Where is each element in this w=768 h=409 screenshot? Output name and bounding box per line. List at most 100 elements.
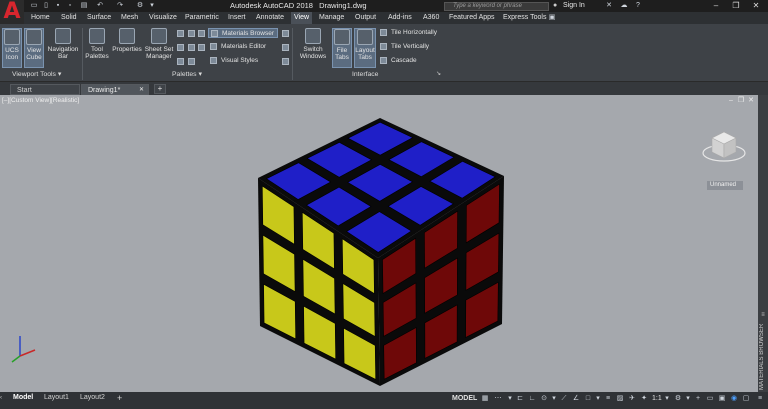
palette-small-icon[interactable] [188,30,195,37]
palette-small-icon[interactable] [198,30,205,37]
tab-manage[interactable]: Manage [316,12,347,24]
materials-editor-button[interactable]: Materials Editor [208,42,278,52]
workspace-dropdown-icon[interactable]: ▾ [684,395,692,403]
ribbon-options-icon[interactable]: ▣ [548,14,556,22]
palette-small-icon[interactable] [177,30,184,37]
tab-output[interactable]: Output [352,12,379,24]
properties-button[interactable]: Properties [111,28,143,68]
viewport-close-icon[interactable]: ✕ [747,97,755,105]
tool-palettes-button[interactable]: Tool Palettes [84,28,110,68]
viewport-tools-panel-label[interactable]: Viewport Tools ▾ [12,70,61,80]
save-icon[interactable]: ▪ [54,2,62,10]
view-cube-ucs-menu[interactable]: Unnamed [707,181,743,190]
viewport-restore-icon[interactable]: ❐ [737,97,745,105]
viewport-controls-label[interactable]: [–][Custom View][Realistic] [2,97,79,104]
customization-icon[interactable]: ≡ [756,395,764,403]
sign-in-button[interactable]: Sign In [563,2,585,10]
tab-annotate[interactable]: Annotate [253,12,287,24]
materials-browser-button[interactable]: Materials Browser [208,28,278,38]
palette-small-icon[interactable] [188,58,195,65]
panel-expand-icon[interactable]: ↘ [436,71,443,78]
cascade-button[interactable]: Cascade [379,56,443,66]
exchange-icon[interactable]: ✕ [605,2,613,10]
annotation-visibility-icon[interactable]: ✈ [628,395,636,403]
lineweight-icon[interactable]: ≡ [604,395,612,403]
layout-scroll-icon[interactable]: ‹ [0,393,6,403]
help-icon[interactable]: ? [634,2,642,10]
rubiks-cube-model[interactable] [258,118,508,388]
tab-visualize[interactable]: Visualize [146,12,180,24]
transparency-icon[interactable]: ▨ [616,395,624,403]
palette-small-icon[interactable] [188,44,195,51]
save-as-icon[interactable]: ▫ [66,2,74,10]
units-icon[interactable]: ▭ [706,395,714,403]
snap-icon[interactable]: ⋯ [494,395,502,403]
tab-drawing1[interactable]: Drawing1* ✕ [81,84,149,95]
materials-browser-palette-tab[interactable]: MATERIALS BROWSER [759,320,767,390]
tab-insert[interactable]: Insert [225,12,249,24]
palette-small-icon[interactable] [282,30,289,37]
view-cube-button[interactable]: View Cube [24,28,44,68]
workspace-switch-icon[interactable]: ⚙ [674,395,682,403]
view-cube[interactable] [700,126,748,182]
annotation-scale[interactable]: 1:1 [652,395,662,402]
new-tab-button[interactable]: + [154,84,166,94]
snap-dropdown-icon[interactable]: ▾ [506,395,514,403]
object-snap-icon[interactable]: □ [584,395,592,403]
polar-icon[interactable]: ⊙ [540,395,548,403]
model-space-toggle[interactable]: MODEL [452,395,477,402]
visual-styles-button[interactable]: Visual Styles [208,56,278,66]
redo-icon[interactable]: ↷ [116,2,124,10]
file-tabs-button[interactable]: File Tabs [332,28,352,68]
tab-layout2[interactable]: Layout2 [76,393,109,403]
palettes-panel-label[interactable]: Palettes ▾ [172,70,202,80]
annotation-monitor-icon[interactable]: + [694,395,702,403]
tab-featured-apps[interactable]: Featured Apps [446,12,498,24]
ortho-icon[interactable]: ∟ [528,395,536,403]
grid-icon[interactable]: ▦ [481,395,489,403]
osnap-dropdown-icon[interactable]: ▾ [594,395,602,403]
tab-solid[interactable]: Solid [58,12,80,24]
clean-screen-icon[interactable]: ▢ [742,395,750,403]
open-icon[interactable]: ▯ [42,2,50,10]
workspace-icon[interactable]: ⚙ [136,2,144,10]
tab-a360[interactable]: A360 [420,12,442,24]
new-icon[interactable]: ▭ [30,2,38,10]
tab-layout1[interactable]: Layout1 [40,393,73,403]
tile-horizontally-button[interactable]: Tile Horizontally [379,28,443,38]
infer-icon[interactable]: ⊏ [516,395,524,403]
palette-small-icon[interactable] [282,44,289,51]
tile-vertically-button[interactable]: Tile Vertically [379,42,443,52]
close-button[interactable]: ✕ [746,0,766,12]
tab-home[interactable]: Home [28,12,53,24]
tab-view[interactable]: View [291,12,313,24]
add-layout-button[interactable]: + [113,393,126,403]
search-input[interactable]: Type a keyword or phrase [444,2,549,11]
tab-model[interactable]: Model [9,393,37,403]
ucs-icon-button[interactable]: UCS Icon [2,28,22,68]
app-menu-button[interactable]: A [0,0,24,24]
tab-add-ins[interactable]: Add-ins [385,12,415,24]
palette-handle-icon[interactable]: ≡ [759,312,767,318]
tab-surface[interactable]: Surface [84,12,114,24]
auto-scale-icon[interactable]: ✦ [640,395,648,403]
tab-mesh[interactable]: Mesh [118,12,141,24]
maximize-button[interactable]: ❐ [726,0,746,12]
quick-properties-icon[interactable]: ▣ [718,395,726,403]
graphics-performance-icon[interactable]: ◉ [730,395,738,403]
customize-icon[interactable]: ▾ [148,2,156,10]
navigation-bar-button[interactable]: Navigation Bar [46,28,80,68]
palette-small-icon[interactable] [282,58,289,65]
layout-tabs-button[interactable]: Layout Tabs [354,28,376,68]
palette-small-icon[interactable] [177,44,184,51]
polar-dropdown-icon[interactable]: ▾ [550,395,558,403]
palette-small-icon[interactable] [198,44,205,51]
scale-dropdown-icon[interactable]: ▾ [663,395,671,403]
palette-small-icon[interactable] [177,58,184,65]
undo-icon[interactable]: ↶ [96,2,104,10]
minimize-button[interactable]: – [706,0,726,12]
tab-parametric[interactable]: Parametric [182,12,222,24]
object-tracking-icon[interactable]: ∠ [572,395,580,403]
tab-express-tools[interactable]: Express Tools [500,12,549,24]
isodraft-icon[interactable]: ⟋ [560,395,568,403]
